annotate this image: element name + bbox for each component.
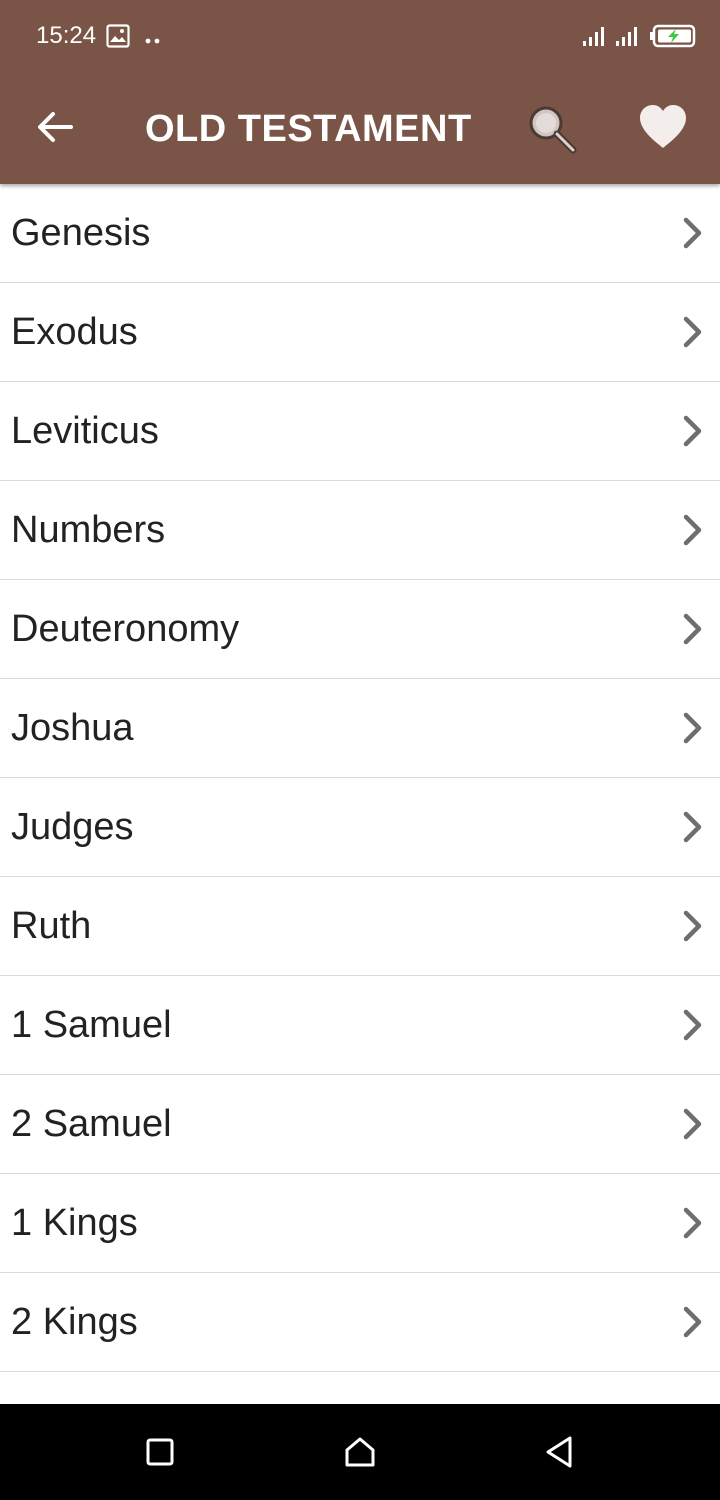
book-list: Genesis Exodus Leviticus Numbers Deutero… [0,184,720,1404]
arrow-left-icon [38,112,73,142]
search-button[interactable] [525,102,579,156]
chevron-right-icon [683,217,702,249]
system-back-button[interactable] [531,1424,587,1480]
chevron-right-icon [683,811,702,843]
book-name: Ruth [11,905,92,947]
gallery-notification-icon [106,24,130,53]
square-icon [146,1438,174,1466]
book-name: Numbers [11,509,166,551]
chevron-right-icon [683,1009,702,1041]
chevron-right-icon [683,613,702,645]
home-icon [345,1437,375,1467]
list-item-exodus[interactable]: Exodus [0,283,720,382]
list-item-1-samuel[interactable]: 1 Samuel [0,976,720,1075]
book-name: 2 Kings [11,1301,138,1343]
book-name: 1 Samuel [11,1004,172,1046]
app-bar: 15:24 OLD TESTAMENT [0,0,720,184]
book-name: 2 Samuel [11,1103,172,1145]
chevron-right-icon [683,910,702,942]
book-name: Judges [11,806,134,848]
book-name: Deuteronomy [11,608,240,650]
list-item-joshua[interactable]: Joshua [0,679,720,778]
book-name: Exodus [11,311,138,353]
book-name: 1 Kings [11,1202,138,1244]
signal-strength-icon [583,26,609,51]
list-item-judges[interactable]: Judges [0,778,720,877]
recents-button[interactable] [132,1424,188,1480]
chevron-right-icon [683,1306,702,1338]
list-item-2-kings[interactable]: 2 Kings [0,1273,720,1372]
list-item-partial[interactable] [0,1372,720,1404]
list-item-genesis[interactable]: Genesis [0,184,720,283]
home-button[interactable] [332,1424,388,1480]
list-item-1-kings[interactable]: 1 Kings [0,1174,720,1273]
signal-strength-icon [616,26,642,51]
book-name: Joshua [11,707,134,749]
list-item-2-samuel[interactable]: 2 Samuel [0,1075,720,1174]
triangle-back-icon [546,1436,572,1468]
chevron-right-icon [683,415,702,447]
chevron-right-icon [683,1108,702,1140]
more-notifications-icon [144,32,162,50]
book-name: Genesis [11,212,151,254]
chevron-right-icon [683,514,702,546]
book-name: Leviticus [11,410,159,452]
list-item-deuteronomy[interactable]: Deuteronomy [0,580,720,679]
battery-charging-icon [650,24,696,53]
chevron-right-icon [683,316,702,348]
status-bar: 15:24 [0,0,720,72]
favorites-button[interactable] [638,104,688,152]
chevron-right-icon [683,1207,702,1239]
magnifier-icon [529,106,577,154]
chevron-right-icon [683,712,702,744]
system-nav-bar [0,1404,720,1500]
list-item-ruth[interactable]: Ruth [0,877,720,976]
heart-icon [640,105,686,148]
status-time: 15:24 [36,22,97,49]
list-item-numbers[interactable]: Numbers [0,481,720,580]
list-item-leviticus[interactable]: Leviticus [0,382,720,481]
page-title: OLD TESTAMENT [145,108,472,150]
back-button[interactable] [30,104,80,150]
